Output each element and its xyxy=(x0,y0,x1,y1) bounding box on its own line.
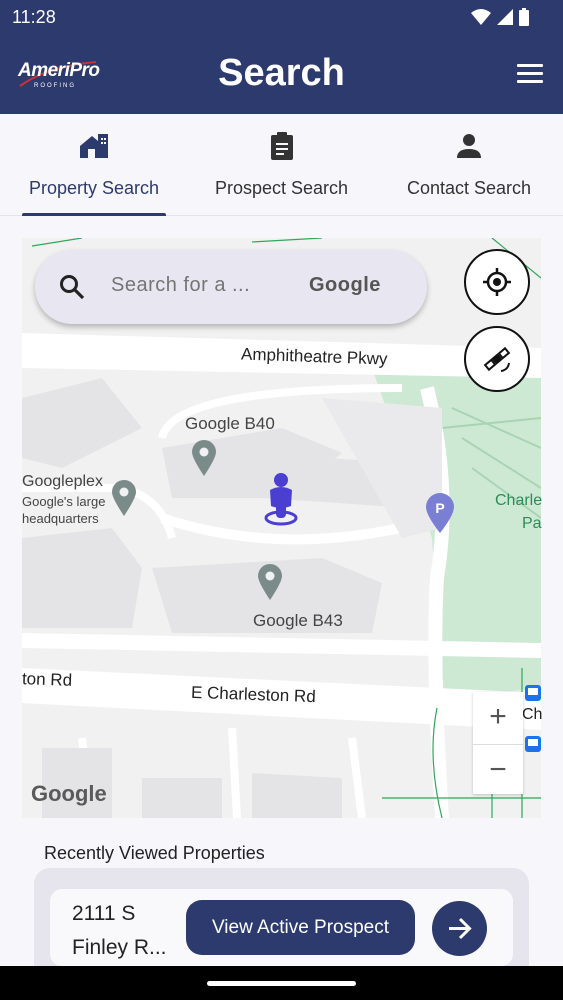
arrow-right-icon xyxy=(449,917,472,940)
tab-prospect-search[interactable]: Prospect Search xyxy=(204,114,359,216)
wifi-icon xyxy=(471,9,491,25)
address-line-1: 2111 S xyxy=(72,902,136,925)
tab-label: Prospect Search xyxy=(214,178,349,198)
search-input[interactable] xyxy=(111,274,281,297)
battery-icon xyxy=(519,8,529,26)
search-icon xyxy=(60,275,85,300)
zoom-controls: + − xyxy=(473,692,523,794)
transit-icon xyxy=(525,685,541,701)
road-label: Ch xyxy=(522,706,543,723)
park-label: Pa xyxy=(522,515,542,532)
map-view[interactable]: P xyxy=(22,238,541,818)
place-label: Google B40 xyxy=(185,414,275,433)
place-sublabel: Google's large xyxy=(22,494,106,509)
clipboard-icon xyxy=(270,132,293,160)
map-base-layer xyxy=(22,238,541,818)
transit-icon xyxy=(525,736,541,752)
active-tab-indicator xyxy=(22,213,166,216)
address-line-2: Finley R... xyxy=(72,936,167,959)
google-watermark: Google xyxy=(31,781,107,806)
map-pin-icon xyxy=(192,440,216,476)
app-screen: 11:28 AmeriPro ROOFING Search Property S… xyxy=(0,0,563,1000)
satellite-icon xyxy=(483,346,511,372)
parking-pin-icon: P xyxy=(426,493,454,533)
person-icon xyxy=(457,134,481,158)
crosshair-icon xyxy=(483,268,511,296)
svg-text:P: P xyxy=(435,500,444,516)
place-label: Google B43 xyxy=(253,611,343,630)
map-pin-icon xyxy=(112,480,136,516)
house-icon xyxy=(80,134,108,158)
satellite-view-button[interactable] xyxy=(464,326,530,392)
park-label: Charle xyxy=(495,492,543,509)
status-time: 11:28 xyxy=(12,7,56,27)
menu-line xyxy=(517,64,543,67)
menu-line xyxy=(517,72,543,75)
hamburger-menu-button[interactable] xyxy=(517,64,543,84)
signal-icon xyxy=(497,9,513,25)
map-search-bar[interactable]: Google xyxy=(35,250,427,324)
recent-section-title: Recently Viewed Properties xyxy=(44,843,265,863)
property-address: 2111 S Finley R... xyxy=(72,897,167,965)
search-provider-label: Google xyxy=(309,274,381,296)
tab-property-search[interactable]: Property Search xyxy=(22,114,166,216)
road-label: ton Rd xyxy=(21,669,73,690)
page-title: Search xyxy=(218,52,345,94)
current-location-person-icon xyxy=(264,473,298,526)
my-location-button[interactable] xyxy=(464,249,530,315)
open-property-button[interactable] xyxy=(432,901,487,956)
home-gesture-handle[interactable] xyxy=(207,981,356,986)
status-icons xyxy=(471,8,529,26)
tab-contact-search[interactable]: Contact Search xyxy=(394,114,544,216)
view-active-prospect-button[interactable]: View Active Prospect xyxy=(186,900,415,955)
zoom-out-button[interactable]: − xyxy=(473,744,523,794)
status-bar: 11:28 xyxy=(0,0,563,34)
app-header: AmeriPro ROOFING Search xyxy=(0,34,563,114)
tab-label: Property Search xyxy=(28,178,160,198)
search-tabs: Property Search Prospect Search Contact … xyxy=(0,114,563,216)
system-nav-bar xyxy=(0,966,563,1000)
zoom-in-button[interactable]: + xyxy=(473,692,523,742)
place-label: Googleplex xyxy=(22,473,103,490)
map-pin-icon xyxy=(258,564,282,600)
place-sublabel: headquarters xyxy=(22,511,99,526)
tab-label: Contact Search xyxy=(406,178,532,198)
menu-line xyxy=(517,80,543,83)
